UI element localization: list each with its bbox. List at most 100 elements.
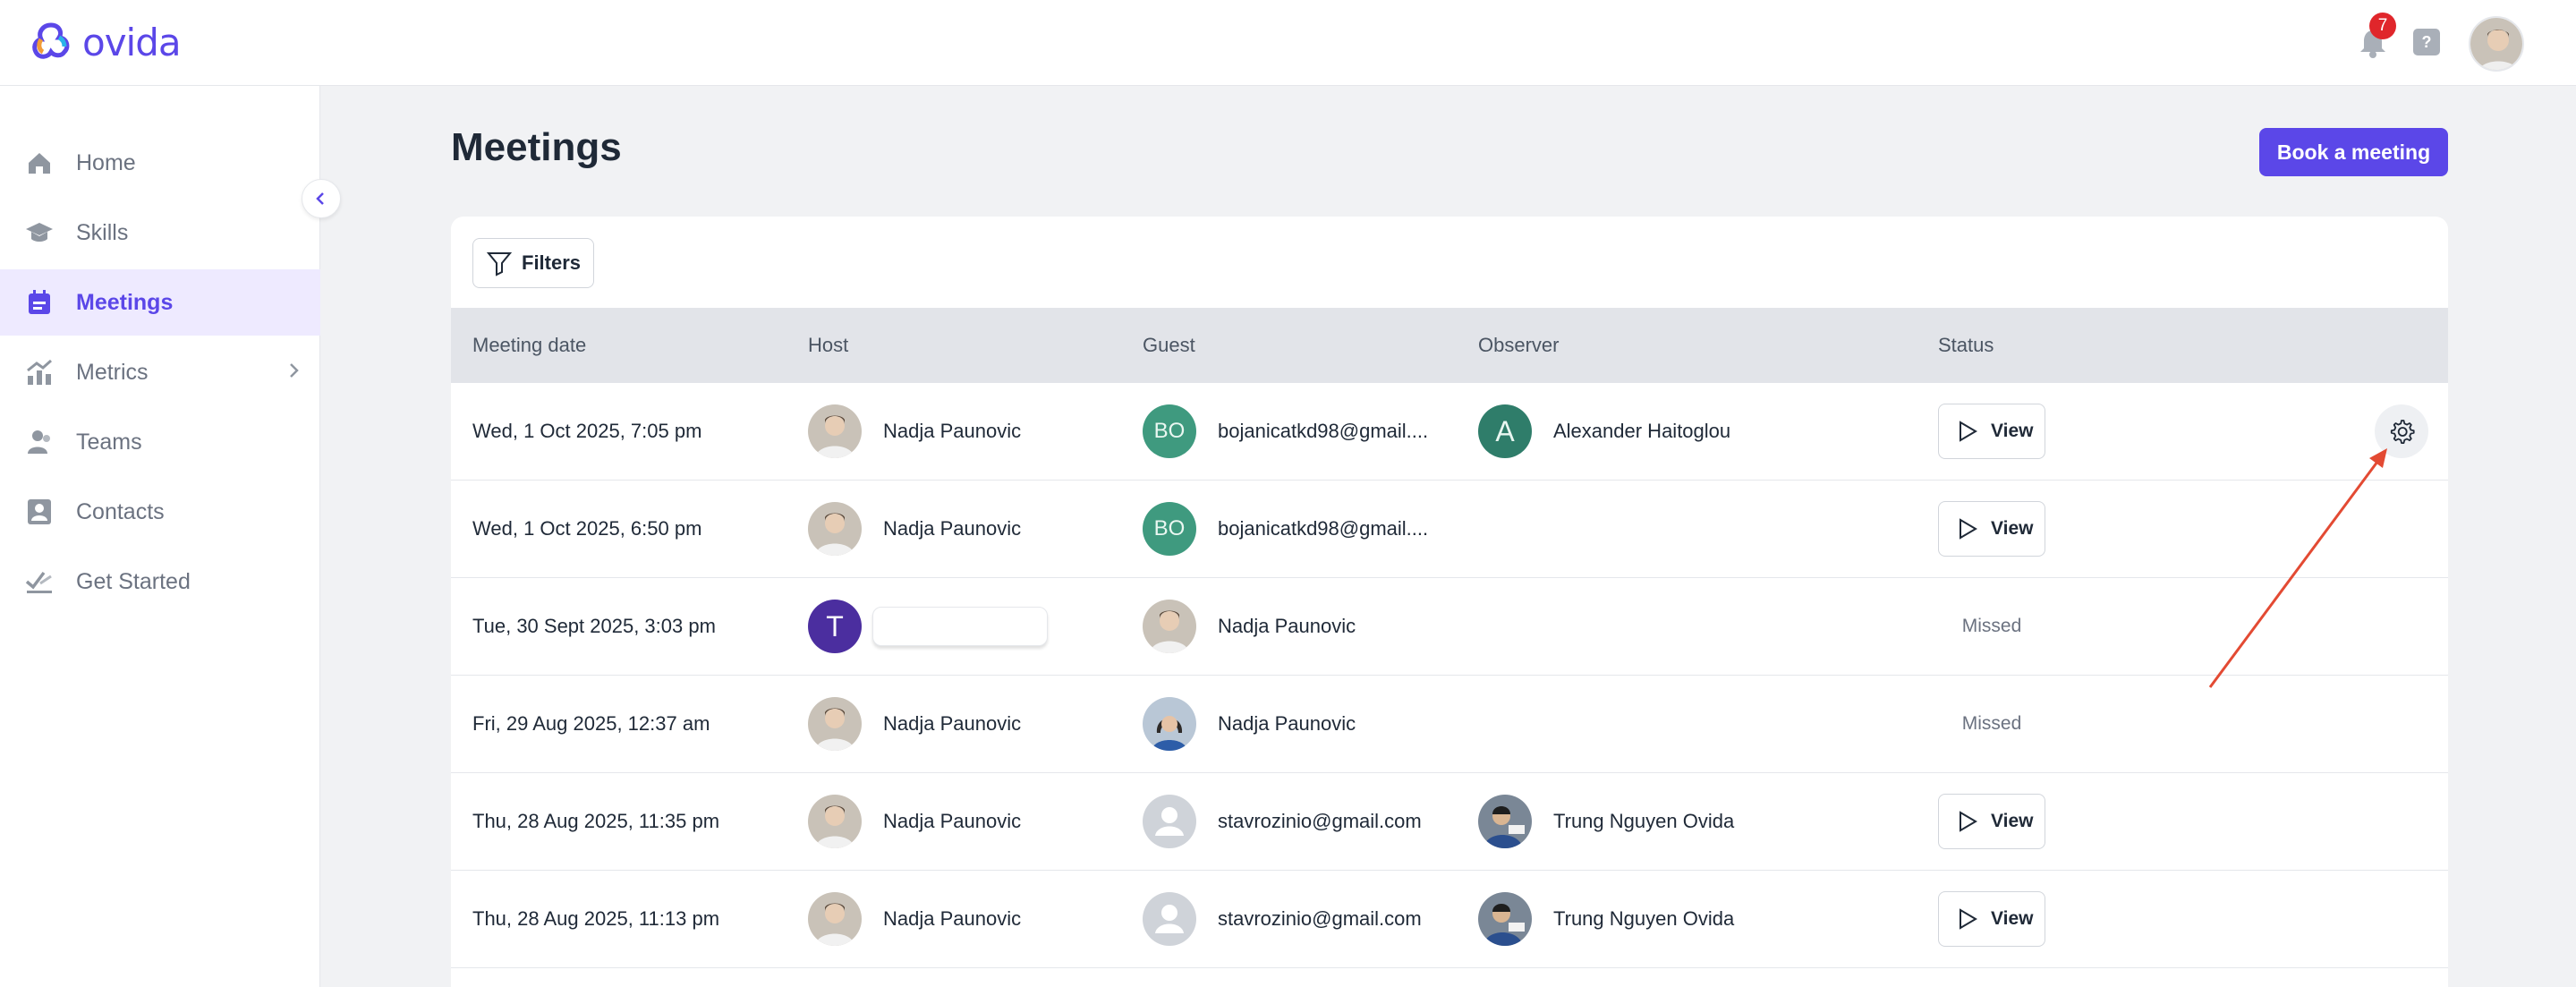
table-row[interactable]: Wed, 1 Oct 2025, 6:50 pm Nadja Paunovic … xyxy=(451,481,2448,578)
observer-avatar xyxy=(1478,795,1532,848)
host-avatar xyxy=(808,502,862,556)
sidebar-item-get-started[interactable]: Get Started xyxy=(0,549,320,615)
guest-avatar xyxy=(1143,697,1196,751)
table-row[interactable]: Thu, 28 Aug 2025, 11:35 pm Nadja Paunovi… xyxy=(451,773,2448,871)
column-guest[interactable]: Guest xyxy=(1143,308,1195,383)
host-name: Nadja Paunovic xyxy=(883,907,1022,930)
guest-cell: stavrozinio@gmail.com xyxy=(1143,871,1422,967)
chevron-left-icon xyxy=(316,192,324,205)
table-row[interactable]: Fri, 29 Aug 2025, 12:37 am Nadja Paunovi… xyxy=(451,676,2448,773)
sidebar-collapse-button[interactable] xyxy=(302,179,341,218)
host-name: Nadja Paunovic xyxy=(883,517,1022,540)
checklist-icon xyxy=(23,566,55,598)
filters-button[interactable]: Filters xyxy=(472,238,594,288)
view-recording-button[interactable]: View xyxy=(1938,501,2045,557)
people-icon xyxy=(23,426,55,458)
sidebar-item-label: Contacts xyxy=(76,498,165,524)
observer-initial-avatar: A xyxy=(1478,404,1532,458)
meeting-settings-button[interactable] xyxy=(2375,404,2428,458)
book-meeting-button[interactable]: Book a meeting xyxy=(2259,128,2448,176)
status-cell: View xyxy=(1938,383,2045,480)
calendar-icon xyxy=(23,286,55,319)
table-header: Meeting date Host Guest Observer Status xyxy=(451,308,2448,383)
host-name: Nadja Paunovic xyxy=(883,810,1022,832)
status-cell: View xyxy=(1938,871,2045,967)
meeting-date: Fri, 29 Aug 2025, 12:37 am xyxy=(472,712,710,735)
sidebar-item-meetings[interactable]: Meetings xyxy=(0,269,320,336)
table-row[interactable]: Thu, 28 Aug 2025, 11:13 pm Nadja Paunovi… xyxy=(451,871,2448,968)
table-row[interactable]: Wed, 1 Oct 2025, 7:05 pm Nadja Paunovic … xyxy=(451,383,2448,481)
contact-card-icon xyxy=(23,496,55,528)
status-cell: View xyxy=(1938,481,2045,577)
user-avatar[interactable] xyxy=(2469,16,2524,72)
sidebar-item-label: Home xyxy=(76,149,136,175)
column-meeting-date[interactable]: Meeting date xyxy=(472,308,586,383)
host-cell: Nadja Paunovic xyxy=(808,773,1021,870)
graduation-cap-icon xyxy=(23,217,55,249)
guest-cell: stavrozinio@gmail.com xyxy=(1143,773,1422,870)
table-row[interactable]: Tue, 30 Sept 2025, 3:03 pm T Nadja Pauno… xyxy=(451,578,2448,676)
status-cell: Missed xyxy=(1938,676,2045,772)
meeting-date: Thu, 28 Aug 2025, 11:13 pm xyxy=(472,907,720,930)
meeting-date: Thu, 28 Aug 2025, 11:35 pm xyxy=(472,810,720,832)
view-label: View xyxy=(1991,518,2034,539)
logo-text: ovida xyxy=(82,20,182,64)
host-name: Nadja Paunovic xyxy=(883,420,1022,442)
column-status[interactable]: Status xyxy=(1938,308,1994,383)
default-user-avatar-icon xyxy=(1143,795,1196,848)
sidebar-item-label: Meetings xyxy=(76,289,174,315)
host-cell: Nadja Paunovic xyxy=(808,481,1021,577)
host-avatar xyxy=(808,697,862,751)
observer-cell: Trung Nguyen Ovida xyxy=(1478,773,1734,870)
default-user-avatar-icon xyxy=(1143,892,1196,946)
sidebar-item-home[interactable]: Home xyxy=(0,130,320,196)
guest-name: stavrozinio@gmail.com xyxy=(1218,907,1422,930)
meeting-date: Tue, 30 Sept 2025, 3:03 pm xyxy=(472,615,716,637)
guest-initials-avatar: BO xyxy=(1143,502,1196,556)
top-bar: ovida 7 ? xyxy=(0,0,2576,86)
home-icon xyxy=(23,147,55,179)
meeting-date: Wed, 1 Oct 2025, 6:50 pm xyxy=(472,517,702,540)
sidebar-item-metrics[interactable]: Metrics xyxy=(0,339,320,405)
sidebar: Home Skills Meetings Metrics Teams Conta… xyxy=(0,86,320,987)
guest-cell: BO bojanicatkd98@gmail.... xyxy=(1143,481,1428,577)
host-avatar xyxy=(808,795,862,848)
observer-name: Alexander Haitoglou xyxy=(1553,420,1731,442)
play-icon xyxy=(1960,421,1977,442)
host-name-field[interactable] xyxy=(872,607,1048,646)
host-cell: Nadja Paunovic xyxy=(808,676,1021,772)
column-observer[interactable]: Observer xyxy=(1478,308,1559,383)
view-recording-button[interactable]: View xyxy=(1938,404,2045,459)
observer-cell: Trung Nguyen Ovida xyxy=(1478,871,1734,967)
guest-cell: Nadja Paunovic xyxy=(1143,676,1356,772)
view-label: View xyxy=(1991,811,2034,831)
sidebar-item-label: Skills xyxy=(76,219,129,245)
guest-name: Nadja Paunovic xyxy=(1218,615,1356,637)
help-icon[interactable]: ? xyxy=(2413,29,2440,55)
host-avatar xyxy=(808,404,862,458)
notification-count-badge: 7 xyxy=(2369,13,2396,39)
page-title: Meetings xyxy=(451,125,622,169)
guest-name: bojanicatkd98@gmail.... xyxy=(1218,517,1429,540)
sidebar-item-label: Get Started xyxy=(76,568,191,594)
observer-cell: A Alexander Haitoglou xyxy=(1478,383,1730,480)
status-cell: Missed xyxy=(1938,578,2045,675)
sidebar-item-skills[interactable]: Skills xyxy=(0,200,320,266)
host-cell: Nadja Paunovic xyxy=(808,383,1021,480)
filters-label: Filters xyxy=(522,251,582,274)
observer-avatar xyxy=(1478,892,1532,946)
view-label: View xyxy=(1991,908,2034,929)
ovida-logo[interactable]: ovida xyxy=(30,18,182,66)
meetings-card: Filters Meeting date Host Guest Observer… xyxy=(451,217,2448,987)
guest-cell: Nadja Paunovic xyxy=(1143,578,1356,675)
view-recording-button[interactable]: View xyxy=(1938,891,2045,947)
column-host[interactable]: Host xyxy=(808,308,848,383)
guest-cell: BO bojanicatkd98@gmail.... xyxy=(1143,383,1428,480)
guest-name: stavrozinio@gmail.com xyxy=(1218,810,1422,832)
sidebar-item-teams[interactable]: Teams xyxy=(0,409,320,475)
sidebar-item-contacts[interactable]: Contacts xyxy=(0,479,320,545)
host-cell: T xyxy=(808,578,1048,675)
host-avatar xyxy=(808,892,862,946)
view-recording-button[interactable]: View xyxy=(1938,794,2045,849)
meeting-date: Wed, 1 Oct 2025, 7:05 pm xyxy=(472,420,702,442)
